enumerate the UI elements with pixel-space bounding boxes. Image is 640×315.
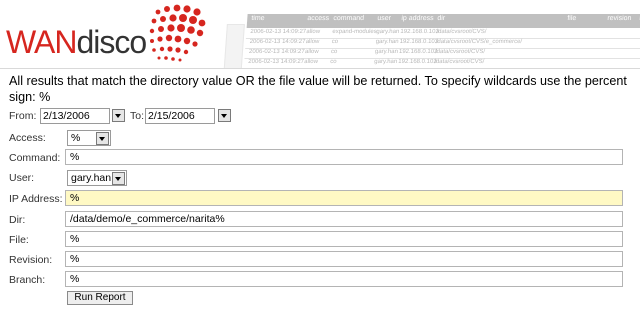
to-date-dropdown-icon[interactable] [218,109,231,122]
logo-wan: WAN [6,24,77,60]
file-field[interactable]: % [65,231,623,247]
bg-cell: allow [306,29,321,35]
bg-cell: 192.168.0.103 [398,59,437,65]
bg-cell: co [330,49,338,55]
page-header: WANdisco time access command user ip add… [0,0,640,68]
to-date-field[interactable]: 2/15/2006 [145,108,215,124]
bg-cell: 192.168.0.103 [400,29,439,35]
bg-header-user: user [377,15,392,22]
bg-header-file: file [567,15,577,22]
logo-disco: disco [76,24,147,60]
ip-address-field[interactable]: % [65,190,623,206]
from-label: From: [9,110,37,122]
bg-cell: co [331,39,339,45]
bg-cell: 192.168.0.103 [398,49,438,55]
bg-cell: 2006-02-13 14:09:27 [249,39,306,45]
ip-address-label: IP Address: [9,193,63,205]
bg-cell: co [330,59,337,65]
user-select[interactable]: gary.han [67,170,127,186]
chevron-down-icon[interactable] [112,172,125,185]
bg-table-row: 2006-02-13 14:09:27 allow expand-modules… [245,29,640,39]
bg-cell: /data/cvsroot/CVS/ [434,49,486,55]
access-select-value: % [71,132,81,144]
revision-label: Revision: [9,254,53,266]
bg-header-access: access [307,15,330,22]
bg-cell: gary.han [374,49,399,55]
command-label: Command: [9,152,61,164]
access-select[interactable]: % [67,130,111,146]
bg-table-row: 2006-02-13 14:09:27 allow co gary.han 19… [243,59,640,68]
from-date-field[interactable]: 2/13/2006 [40,108,110,124]
bg-cell: expand-modules [332,29,377,35]
dir-label: Dir: [9,214,26,226]
command-field[interactable]: % [65,149,623,165]
branch-field[interactable]: % [65,271,623,287]
intro-text: All results that match the directory val… [9,74,627,104]
bg-header-revision: revision [607,15,632,22]
header-divider [0,68,640,69]
bg-header-command: command [333,15,365,22]
wandisco-logo: WANdisco [6,24,147,60]
revision-field[interactable]: % [65,251,623,267]
bg-cell: /data/cvsroot/CVS/e_commerce/ [435,39,523,45]
from-date-dropdown-icon[interactable] [112,109,125,122]
background-table-graphic: time access command user ip address dir … [223,8,640,68]
bg-cell: 192.168.0.103 [399,39,439,45]
bg-table-row: 2006-02-13 14:09:27 allow co gary.han 19… [245,39,640,49]
logo-dots-icon [149,4,206,62]
bg-cell: gary.han [375,39,399,45]
bg-header-time: time [251,15,265,22]
bg-cell: 2006-02-13 14:09:27 [250,29,307,35]
bg-header-ip: ip address [401,15,434,22]
bg-cell: allow [305,39,320,45]
bg-cell: /data/cvsroot/CVS/ [434,59,485,65]
access-label: Access: [9,132,46,144]
branch-label: Branch: [9,274,46,286]
chevron-down-icon[interactable] [96,132,109,145]
user-label: User: [9,172,35,184]
bg-cell: allow [304,59,319,65]
run-report-button[interactable]: Run Report [67,291,133,305]
bg-cell: 2006-02-13 14:09:27 [248,49,305,55]
background-table-side [223,24,245,68]
bg-header-dir: dir [437,15,446,22]
bg-cell: 2006-02-13 14:09:27 [248,59,305,65]
bg-cell: allow [304,49,319,55]
file-label: File: [9,234,29,246]
bg-cell: gary.han [374,59,398,65]
bg-cell: /data/cvsroot/CVS/ [436,29,487,35]
to-label: To: [130,110,145,122]
dir-field[interactable]: /data/demo/e_commerce/narita% [65,211,623,227]
background-table-header: time access command user ip address dir … [246,14,640,28]
bg-table-row: 2006-02-13 14:09:27 allow co gary.han 19… [244,49,640,59]
user-select-value: gary.han [71,172,112,184]
bg-cell: gary.han [376,29,400,35]
